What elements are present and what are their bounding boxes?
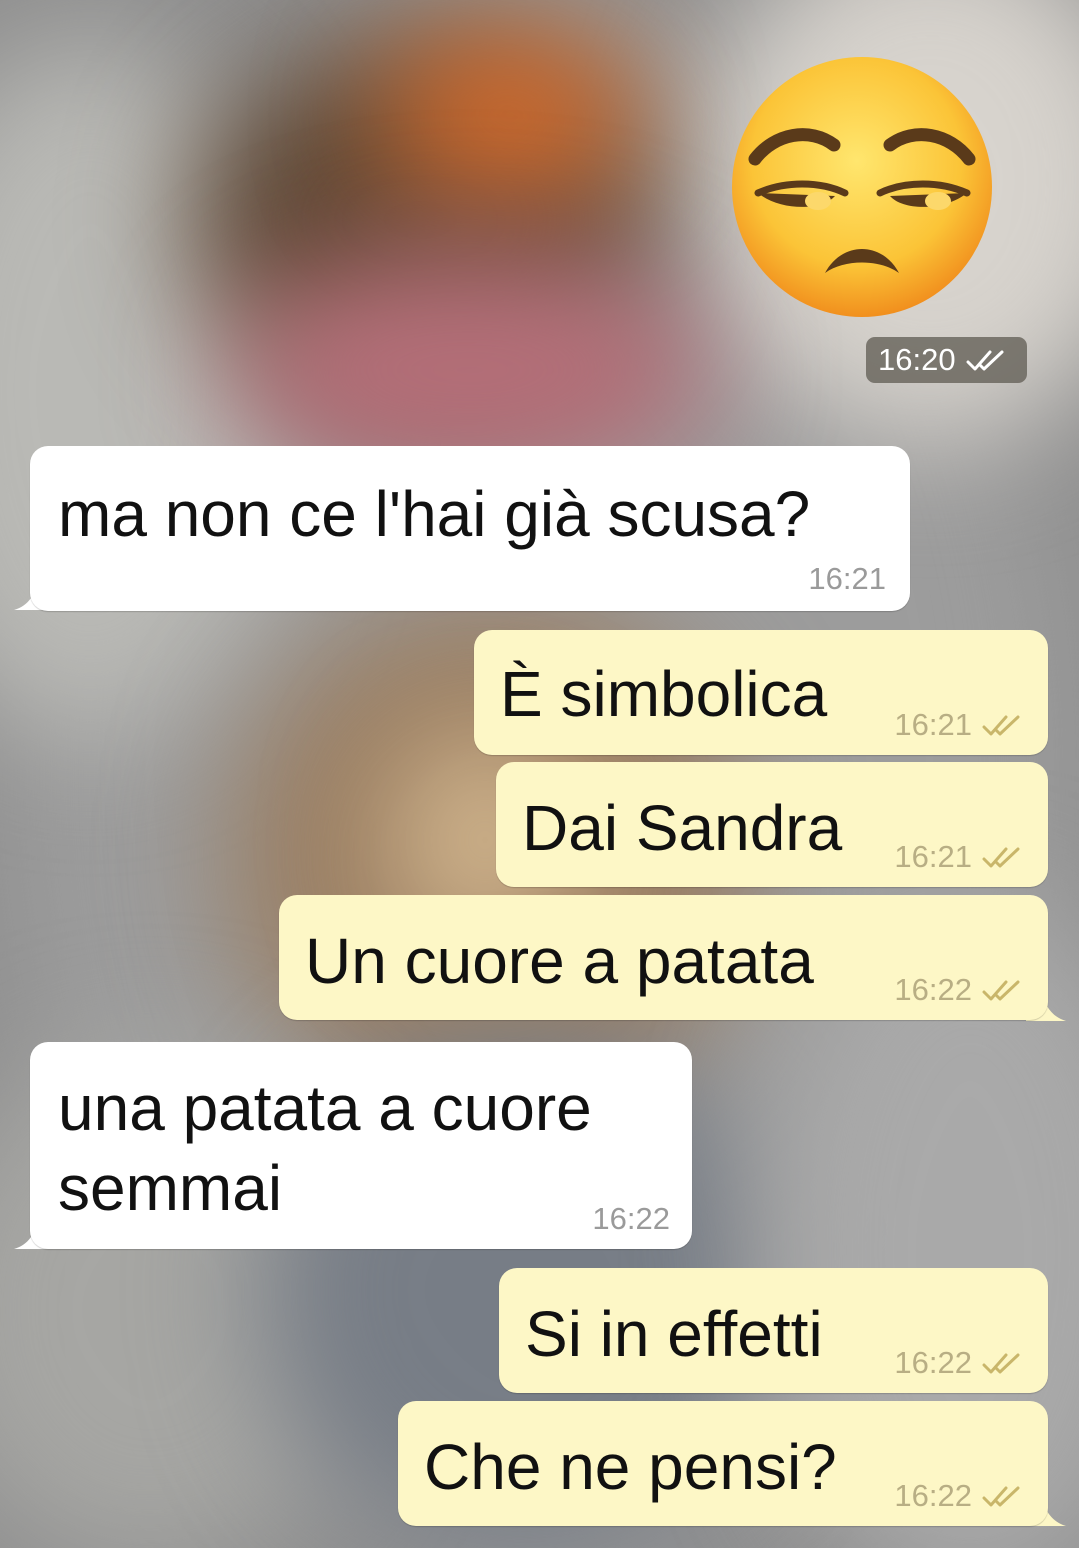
message-text: Un cuore a patata — [305, 925, 814, 997]
message-text: Che ne pensi? — [424, 1431, 837, 1503]
sticker-time: 16:20 — [878, 342, 956, 377]
double-check-icon — [982, 1486, 1020, 1507]
message-bubble-outgoing[interactable]: È simbolica 16:21 — [474, 630, 1048, 755]
double-check-icon — [982, 715, 1020, 736]
message-text: ma non ce l'hai già scusa? — [58, 478, 811, 550]
double-check-icon — [982, 980, 1020, 1001]
unamused-face-icon — [732, 57, 992, 317]
message-bubble-outgoing[interactable]: Che ne pensi? 16:22 — [398, 1401, 1048, 1526]
message-text: Si in effetti — [525, 1298, 823, 1370]
sticker-timestamp: 16:20 — [866, 337, 1027, 383]
message-time: 16:21 — [894, 839, 972, 874]
message-bubble-outgoing[interactable]: Si in effetti 16:22 — [499, 1268, 1048, 1393]
double-check-icon — [982, 847, 1020, 868]
message-time: 16:22 — [592, 1201, 670, 1236]
message-text: Dai Sandra — [522, 792, 843, 864]
message-text: È simbolica — [500, 658, 828, 730]
message-bubble-outgoing[interactable]: Dai Sandra 16:21 — [496, 762, 1048, 887]
message-bubble-incoming[interactable]: una patata a cuore semmai 16:22 — [30, 1042, 692, 1249]
message-text: una patata a cuore semmai — [58, 1072, 592, 1224]
message-time: 16:22 — [894, 972, 972, 1007]
sticker-message[interactable] — [730, 55, 995, 320]
message-time: 16:21 — [808, 561, 886, 596]
message-bubble-incoming[interactable]: ma non ce l'hai già scusa? 16:21 — [30, 446, 910, 611]
message-time: 16:22 — [894, 1345, 972, 1380]
message-time: 16:22 — [894, 1478, 972, 1513]
double-check-icon — [966, 350, 1004, 371]
message-time: 16:21 — [894, 707, 972, 742]
double-check-icon — [982, 1353, 1020, 1374]
message-bubble-outgoing[interactable]: Un cuore a patata 16:22 — [279, 895, 1048, 1020]
